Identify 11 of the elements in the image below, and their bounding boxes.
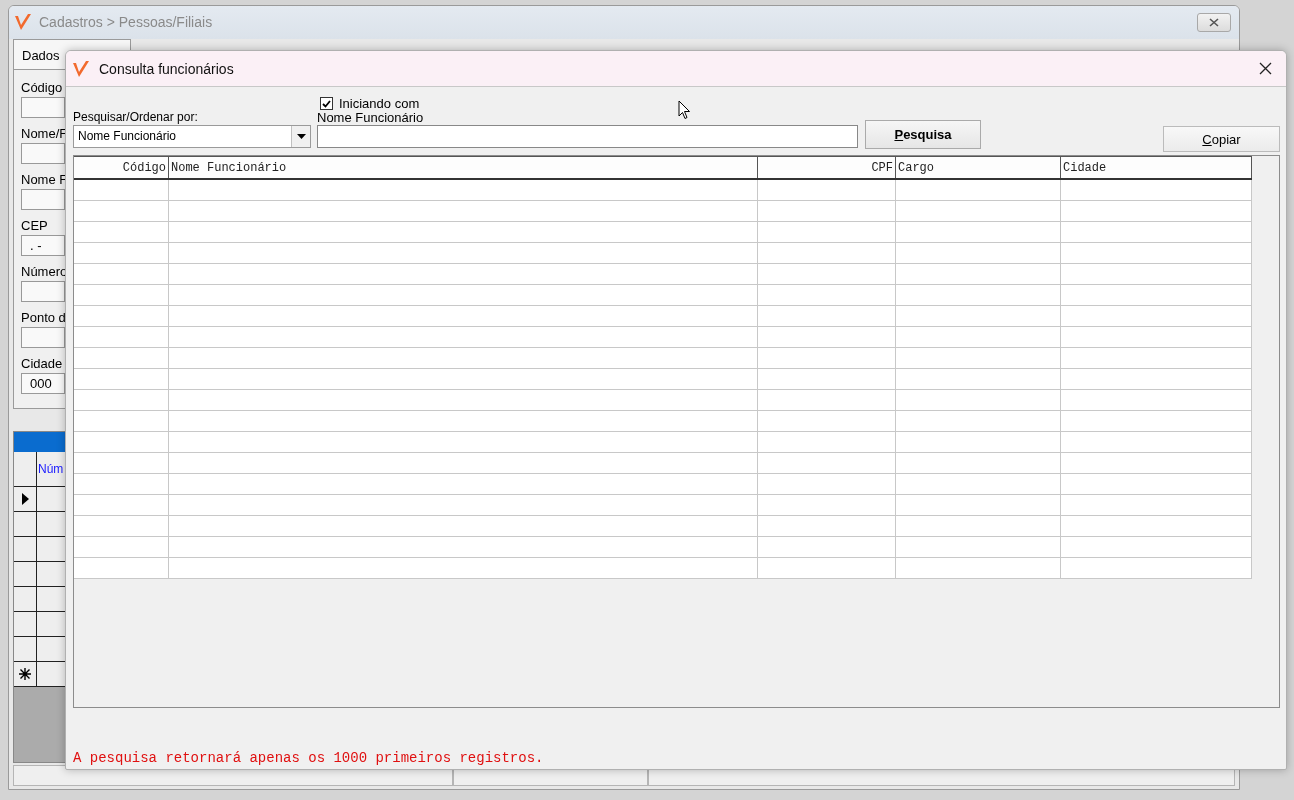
- field-label: Nome Funcionário: [317, 111, 424, 124]
- warning-message: A pesquisa retornará apenas os 1000 primeiros registros.: [73, 750, 544, 766]
- field-label: Pesquisar/Ordenar por:: [73, 111, 198, 124]
- window-title: Consulta funcionários: [99, 60, 234, 77]
- checkbox-label: Iniciando com: [339, 96, 420, 111]
- field-label: CEP: [21, 217, 48, 233]
- field-label: Cidade: [21, 355, 63, 371]
- field-label: Ponto d: [21, 309, 66, 325]
- field-label: Nome/F: [21, 125, 68, 141]
- field-label: Código: [21, 79, 63, 95]
- window-title: Cadastros > Pessoas/Filiais: [39, 14, 213, 31]
